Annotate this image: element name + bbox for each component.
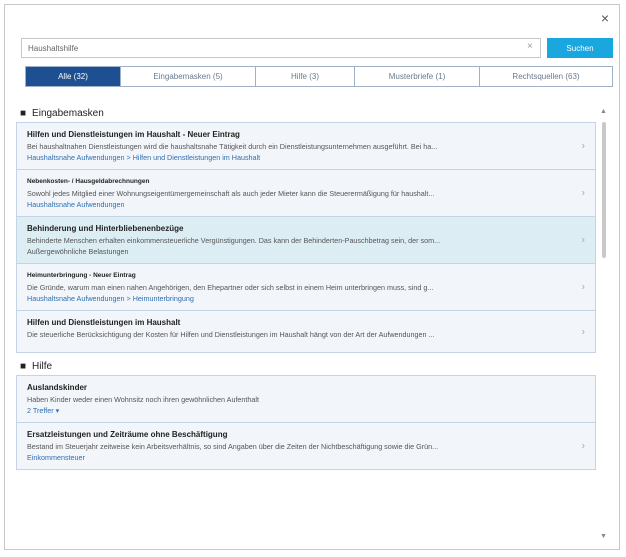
filter-tabs: Alle (32) Eingabemasken (5) Hilfe (3) Mu…	[25, 66, 613, 87]
result-description: Bei haushaltnahen Dienstleistungen wird …	[27, 142, 438, 151]
chevron-right-icon: ›	[581, 281, 585, 293]
result-description: Sowohl jedes Mitglied einer Wohnungseige…	[27, 189, 435, 198]
result-title: Ersatzleistungen und Zeiträume ohne Besc…	[27, 430, 228, 439]
tab-hilfe[interactable]: Hilfe (3)	[255, 67, 354, 86]
result-item[interactable]: Nebenkosten- / Hausgeldabrechnungen Sowo…	[16, 170, 596, 217]
search-input[interactable]	[21, 38, 541, 58]
result-item[interactable]: Hilfen und Dienstleistungen im Haushalt …	[16, 311, 596, 353]
result-description: Bestand im Steuerjahr zeitweise kein Arb…	[27, 442, 439, 451]
bullet-icon: ■	[20, 360, 27, 372]
section-heading: ■ Hilfe	[16, 357, 596, 375]
tab-rechtsquellen[interactable]: Rechtsquellen (63)	[479, 67, 612, 86]
result-description: Die steuerliche Berücksichtigung der Kos…	[27, 330, 435, 339]
result-title: Behinderung und Hinterbliebenenbezüge	[27, 224, 184, 233]
result-description: Die Gründe, warum man einen nahen Angehö…	[27, 283, 434, 292]
section-title: Eingabemasken	[32, 107, 104, 119]
result-hits-link[interactable]: 2 Treffer ▾	[27, 405, 569, 416]
bullet-icon: ■	[20, 107, 27, 119]
results-list: ■ Eingabemasken Hilfen und Dienstleistun…	[16, 104, 596, 540]
search-button[interactable]: Suchen	[547, 38, 613, 58]
scroll-down-icon[interactable]: ▼	[600, 533, 607, 540]
section-title: Hilfe	[32, 360, 53, 372]
chevron-right-icon: ›	[581, 140, 585, 152]
result-item[interactable]: Hilfen und Dienstleistungen im Haushalt …	[16, 122, 596, 170]
chevron-right-icon: ›	[581, 326, 585, 337]
result-path-link[interactable]: Einkommensteuer	[27, 452, 569, 463]
result-title: Hilfen und Dienstleistungen im Haushalt	[27, 318, 181, 327]
tab-alle[interactable]: Alle (32)	[26, 67, 120, 86]
chevron-right-icon: ›	[581, 187, 585, 199]
section-heading: ■ Eingabemasken	[16, 104, 596, 122]
result-description: Haben Kinder weder einen Wohnsitz noch i…	[27, 395, 260, 404]
result-item[interactable]: Auslandskinder Haben Kinder weder einen …	[16, 375, 596, 423]
result-item[interactable]: Heimunterbringung - Neuer Eintrag Die Gr…	[16, 264, 596, 311]
result-path-link[interactable]: Haushaltsnahe Aufwendungen > Heimunterbr…	[27, 293, 569, 304]
result-item-highlighted[interactable]: Behinderung und Hinterbliebenenbezüge Be…	[16, 217, 596, 264]
search-row: × Suchen	[21, 38, 615, 60]
vertical-scrollbar[interactable]: ▲ ▼	[600, 104, 608, 540]
tab-musterbriefe[interactable]: Musterbriefe (1)	[354, 67, 479, 86]
result-title: Auslandskinder	[27, 383, 88, 392]
tab-eingabemasken[interactable]: Eingabemasken (5)	[120, 67, 255, 86]
result-title: Heimunterbringung - Neuer Eintrag	[27, 272, 136, 279]
result-title: Hilfen und Dienstleistungen im Haushalt …	[27, 130, 240, 139]
scroll-up-icon[interactable]: ▲	[600, 108, 607, 115]
result-path-link[interactable]: Haushaltsnahe Aufwendungen > Hilfen und …	[27, 152, 569, 163]
chevron-right-icon: ›	[581, 234, 585, 246]
clear-search-icon[interactable]: ×	[527, 41, 533, 52]
result-path-link[interactable]: Außergewöhnliche Belastungen	[27, 246, 569, 257]
result-title: Nebenkosten- / Hausgeldabrechnungen	[27, 178, 150, 185]
chevron-right-icon: ›	[581, 440, 585, 452]
result-path-link[interactable]: Haushaltsnahe Aufwendungen	[27, 199, 569, 210]
scroll-thumb[interactable]	[602, 122, 606, 258]
result-item[interactable]: Ersatzleistungen und Zeiträume ohne Besc…	[16, 423, 596, 470]
result-description: Behinderte Menschen erhalten einkommenst…	[27, 236, 441, 245]
close-icon[interactable]: ×	[601, 11, 609, 25]
